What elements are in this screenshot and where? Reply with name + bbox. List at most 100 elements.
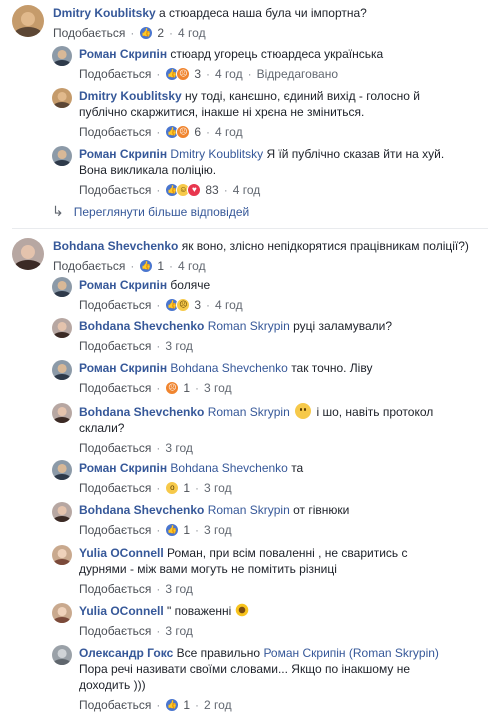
reaction-count[interactable]: 83 — [205, 183, 218, 197]
mention-link[interactable]: Roman Skrypin — [208, 503, 290, 517]
avatar[interactable] — [52, 46, 72, 66]
avatar[interactable] — [52, 545, 72, 565]
reactions[interactable]: 👍 ☺ ♥ — [165, 183, 202, 197]
avatar[interactable] — [52, 318, 72, 338]
reactions[interactable]: 👍 — [139, 259, 154, 273]
timestamp[interactable]: 2 год — [204, 698, 232, 712]
like-button[interactable]: Подобається — [53, 26, 125, 40]
like-icon: 👍 — [165, 698, 180, 712]
like-button[interactable]: Подобається — [79, 67, 151, 81]
reaction-count[interactable]: 2 — [157, 26, 164, 40]
mention-link[interactable]: Roman Skrypin — [208, 319, 290, 333]
timestamp[interactable]: 4 год — [178, 259, 206, 273]
more-replies-label[interactable]: Переглянути більше відповідей — [74, 205, 249, 219]
reaction-count[interactable]: 1 — [157, 259, 164, 273]
timestamp[interactable]: 4 год — [215, 67, 243, 81]
timestamp[interactable]: 4 год — [178, 26, 206, 40]
avatar[interactable] — [52, 146, 72, 166]
avatar[interactable] — [52, 360, 72, 380]
avatar[interactable] — [52, 88, 72, 108]
mention-link[interactable]: Dmitry Koublitsky — [170, 147, 263, 161]
reaction-count[interactable]: 6 — [194, 125, 201, 139]
edited-label[interactable]: Відредаговано — [257, 67, 338, 81]
like-button[interactable]: Подобається — [79, 523, 151, 537]
like-button[interactable]: Подобається — [79, 441, 151, 455]
avatar[interactable] — [52, 645, 72, 665]
comment-author[interactable]: Yulia OConnell — [79, 546, 164, 560]
timestamp[interactable]: 4 год — [233, 183, 261, 197]
timestamp[interactable]: 3 год — [204, 381, 232, 395]
comment-author[interactable]: Bohdana Shevchenko — [53, 239, 178, 253]
timestamp[interactable]: 3 год — [165, 441, 193, 455]
comment-text: ну тоді, канєшно, єдиний вихід - голосно… — [185, 89, 420, 103]
avatar[interactable] — [12, 238, 44, 270]
mention-link[interactable]: Bohdana Shevchenko — [170, 361, 287, 375]
like-button[interactable]: Подобається — [79, 339, 151, 353]
timestamp[interactable]: 3 год — [204, 523, 232, 537]
comment-text: і шо, навіть протокол — [316, 405, 434, 419]
like-button[interactable]: Подобається — [53, 259, 125, 273]
avatar[interactable] — [12, 5, 44, 37]
like-button[interactable]: Подобається — [79, 481, 151, 495]
avatar[interactable] — [52, 277, 72, 297]
reactions[interactable]: ☹ — [165, 381, 180, 395]
timestamp[interactable]: 4 год — [215, 298, 243, 312]
avatar[interactable] — [52, 603, 72, 623]
comment-author[interactable]: Dmitry Koublitsky — [53, 6, 156, 20]
comment-author[interactable]: Bohdana Shevchenko — [79, 319, 204, 333]
timestamp[interactable]: 3 год — [165, 624, 193, 638]
avatar[interactable] — [52, 403, 72, 423]
comment-author[interactable]: Dmitry Koublitsky — [79, 89, 182, 103]
comment-author[interactable]: Bohdana Shevchenko — [79, 405, 204, 419]
comment-text: Я їй публічно сказав йти на хуй. — [266, 147, 445, 161]
comment-text: та — [291, 461, 304, 475]
comment-text: руці заламували? — [293, 319, 393, 333]
comment-author[interactable]: Yulia OConnell — [79, 604, 164, 618]
mention-link[interactable]: Roman Skrypin — [208, 405, 290, 419]
reactions[interactable]: 👍 — [165, 698, 180, 712]
timestamp[interactable]: 3 год — [165, 582, 193, 596]
reactions[interactable]: o — [165, 481, 180, 495]
reply: Yulia OConnell " поваженні Подобається · … — [52, 603, 249, 638]
comment-author[interactable]: Роман Скрипін — [79, 47, 167, 61]
sad-emoji-icon — [295, 403, 312, 419]
comment-author[interactable]: Роман Скрипін — [79, 278, 167, 292]
timestamp[interactable]: 4 год — [215, 125, 243, 139]
reactions[interactable]: 👍 ☹ — [165, 298, 191, 312]
comment-text: публічно скаржитися, інакше ні хрєна не … — [79, 105, 365, 119]
mention-link[interactable]: Bohdana Shevchenko — [170, 461, 287, 475]
reaction-count[interactable]: 1 — [183, 481, 190, 495]
reactions[interactable]: 👍 — [139, 26, 154, 40]
reactions[interactable]: 👍 — [165, 523, 180, 537]
reaction-count[interactable]: 1 — [183, 523, 190, 537]
reaction-count[interactable]: 3 — [194, 67, 201, 81]
timestamp[interactable]: 3 год — [204, 481, 232, 495]
reply: Dmitry Koublitsky ну тоді, канєшно, єдин… — [52, 88, 420, 139]
reactions[interactable]: 👍 ☹ — [165, 125, 191, 139]
reaction-count[interactable]: 1 — [183, 698, 190, 712]
mention-link[interactable]: Роман Скрипін (Roman Skrypin) — [263, 646, 438, 660]
like-button[interactable]: Подобається — [79, 698, 151, 712]
comment-author[interactable]: Роман Скрипін — [79, 461, 167, 475]
comment-text: так точно. Ліву — [291, 361, 373, 375]
like-button[interactable]: Подобається — [79, 298, 151, 312]
avatar[interactable] — [52, 502, 72, 522]
like-button[interactable]: Подобається — [79, 582, 151, 596]
reply: Yulia OConnell Роман, при всім поваленні… — [52, 545, 408, 596]
comment-author[interactable]: Роман Скрипін — [79, 147, 167, 161]
comment-author[interactable]: Bohdana Shevchenko — [79, 503, 204, 517]
comment-author[interactable]: Роман Скрипін — [79, 361, 167, 375]
avatar[interactable] — [52, 460, 72, 480]
like-icon: 👍 — [165, 523, 180, 537]
reaction-count[interactable]: 3 — [194, 298, 201, 312]
reactions[interactable]: 👍 ☹ — [165, 67, 191, 81]
comment-author[interactable]: Олександр Гокс — [79, 646, 173, 660]
like-button[interactable]: Подобається — [79, 624, 151, 638]
timestamp[interactable]: 3 год — [165, 339, 193, 353]
like-button[interactable]: Подобається — [79, 125, 151, 139]
comment-text: Роман, при всім поваленні , не сваритись… — [167, 546, 408, 560]
like-button[interactable]: Подобається — [79, 381, 151, 395]
like-button[interactable]: Подобається — [79, 183, 151, 197]
more-replies-link[interactable]: ↳ Переглянути більше відповідей — [52, 203, 249, 220]
reaction-count[interactable]: 1 — [183, 381, 190, 395]
